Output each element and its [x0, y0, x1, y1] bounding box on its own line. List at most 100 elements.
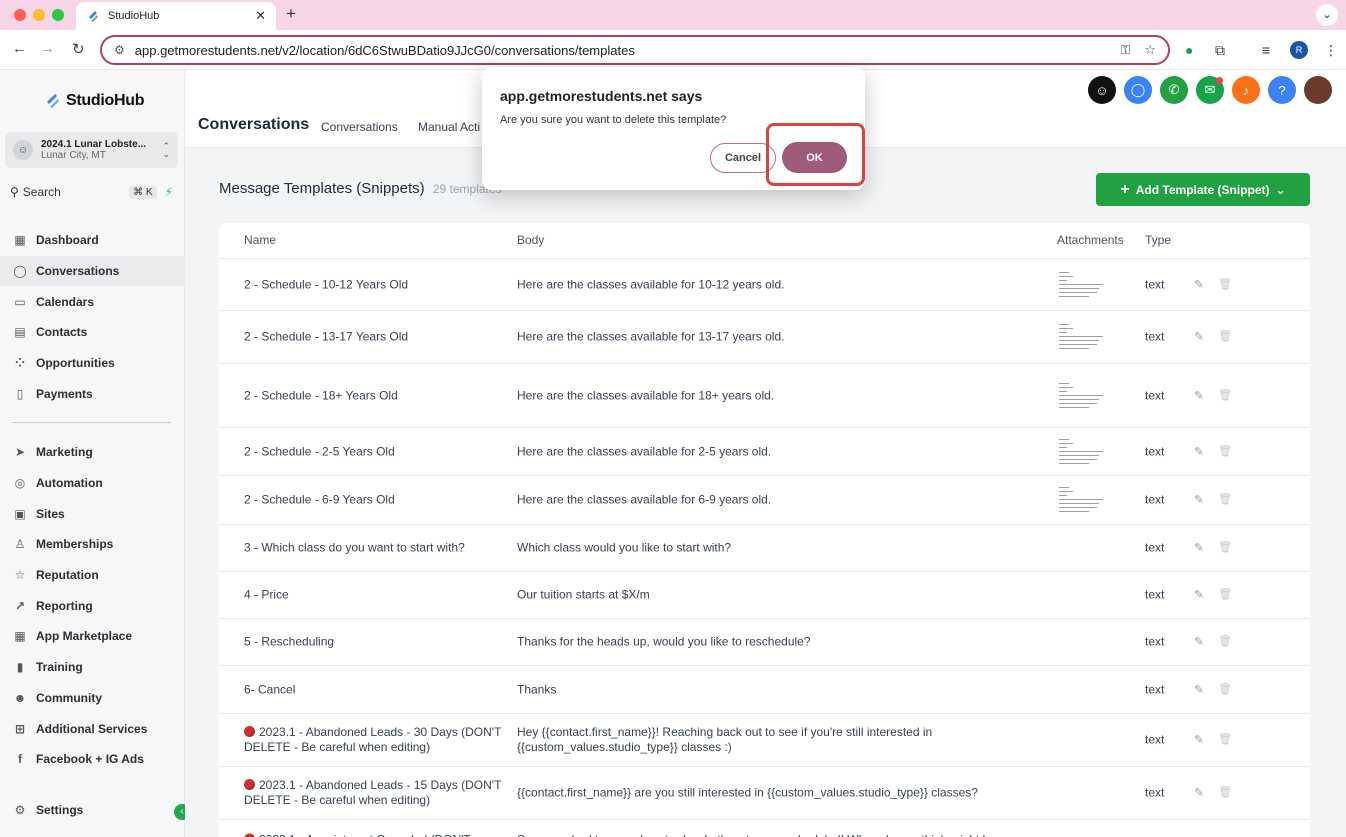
address-bar[interactable]: ⚙ app.getmorestudents.net/v2/location/6d… [100, 35, 1170, 65]
reload-icon[interactable]: ↻ [72, 40, 85, 58]
forward-icon[interactable]: → [40, 40, 55, 57]
trash-icon[interactable]: 🗑 [1218, 682, 1232, 697]
phone-icon[interactable]: ✆ [1160, 76, 1188, 104]
bell-icon[interactable]: ♪ [1232, 76, 1260, 104]
attachment-thumbnail[interactable] [1057, 437, 1103, 467]
password-key-icon[interactable]: ⚿ [1120, 42, 1130, 58]
template-name: 2023.1 - Appointment Canceled (DON'T [244, 832, 504, 837]
edit-icon[interactable]: ✎ [1194, 277, 1204, 292]
trash-icon[interactable]: 🗑 [1218, 493, 1232, 508]
trash-icon[interactable]: 🗑 [1218, 635, 1232, 650]
table-row[interactable]: 4 - Price Our tuition starts at $X/m text ✎… [219, 571, 1310, 618]
sidebar-item-automation[interactable]: ◎ Automation [0, 468, 185, 499]
back-icon[interactable]: ← [12, 40, 27, 57]
trash-icon[interactable]: 🗑 [1218, 541, 1232, 556]
edit-icon[interactable]: ✎ [1194, 786, 1204, 801]
edit-icon[interactable]: ✎ [1194, 493, 1204, 508]
cart-icon: ⊞ [14, 721, 26, 736]
attachment-thumbnail[interactable] [1057, 485, 1103, 515]
minimize-window-button[interactable] [33, 9, 45, 21]
sidebar-search[interactable]: ⚲ Search ⌘ K ⚡ [5, 180, 178, 204]
profile-avatar[interactable]: R [1290, 41, 1308, 59]
table-row[interactable]: 2 - Schedule - 2-5 Years Old Here are the… [219, 427, 1310, 475]
sidebar-item-community[interactable]: ☻ Community [0, 683, 185, 714]
edit-icon[interactable]: ✎ [1194, 388, 1204, 403]
table-row[interactable]: 2023.1 - Abandoned Leads - 30 Days (DON'… [219, 713, 1310, 766]
tab-conversations[interactable]: Conversations [321, 120, 398, 134]
sidebar-item-opportunities[interactable]: ⁘ Opportunities [0, 348, 185, 379]
edit-icon[interactable]: ✎ [1194, 330, 1204, 345]
template-body: Our tuition starts at $X/m [517, 587, 650, 602]
column-header-attachments[interactable]: Attachments [1057, 223, 1124, 258]
column-header-type[interactable]: Type [1145, 223, 1171, 258]
maximize-window-button[interactable] [52, 9, 64, 21]
trash-icon[interactable]: 🗑 [1218, 330, 1232, 345]
sidebar-item-training[interactable]: ▮ Training [0, 652, 185, 683]
tab-search-button[interactable]: ⌄ [1316, 4, 1338, 26]
brand-logo[interactable]: StudioHub [44, 92, 144, 110]
table-row[interactable]: 6- Cancel Thanks text ✎ 🗑 [219, 665, 1310, 713]
help-icon[interactable]: ? [1268, 76, 1296, 104]
template-body: {{contact.first_name}} are you still int… [517, 785, 978, 800]
grammarly-icon[interactable]: ● [1185, 42, 1193, 58]
add-template-button[interactable]: + Add Template (Snippet) ⌄ [1096, 173, 1310, 206]
sidebar-item-memberships[interactable]: ♙ Memberships [0, 529, 185, 560]
sidebar-item-reputation[interactable]: ☆ Reputation [0, 560, 185, 591]
megaphone-icon[interactable]: ✉ [1196, 76, 1224, 104]
trash-icon[interactable]: 🗑 [1218, 277, 1232, 292]
sidebar-item-payments[interactable]: ▯ Payments [0, 378, 185, 409]
user-avatar[interactable] [1304, 76, 1332, 104]
template-name-text: 2 - Schedule - 13-17 Years Old [244, 329, 409, 344]
trash-icon[interactable]: 🗑 [1218, 588, 1232, 603]
location-switcher[interactable]: ☺ 2024.1 Lunar Lobste... Lunar City, MT … [5, 132, 178, 168]
table-row[interactable]: 2 - Schedule - 13-17 Years Old Here are t… [219, 310, 1310, 363]
bot-icon[interactable]: ☺ [1088, 76, 1116, 104]
edit-icon[interactable]: ✎ [1194, 682, 1204, 697]
column-header-name[interactable]: Name [244, 223, 276, 258]
trash-icon[interactable]: 🗑 [1218, 786, 1232, 801]
sidebar-item-app-marketplace[interactable]: ▦ App Marketplace [0, 621, 185, 652]
attachment-thumbnail[interactable] [1057, 381, 1103, 411]
browser-tab[interactable]: StudioHub ✕ [76, 2, 276, 30]
sidebar-item-marketing[interactable]: ➤ Marketing [0, 437, 185, 468]
table-row[interactable]: 3 - Which class do you want to start wit… [219, 524, 1310, 571]
site-info-icon[interactable]: ⚙ [114, 43, 125, 57]
edit-icon[interactable]: ✎ [1194, 635, 1204, 650]
table-row[interactable]: 5 - Rescheduling Thanks for the heads up,… [219, 618, 1310, 665]
edit-icon[interactable]: ✎ [1194, 444, 1204, 459]
sidebar-item-sites[interactable]: ▣ Sites [0, 498, 185, 529]
extensions-icon[interactable]: ⧉ [1215, 42, 1225, 59]
edit-icon[interactable]: ✎ [1194, 541, 1204, 556]
sidebar-item-conversations[interactable]: ◯ Conversations [0, 255, 185, 287]
attachment-thumbnail[interactable] [1057, 322, 1103, 352]
trash-icon[interactable]: 🗑 [1218, 388, 1232, 403]
sidebar-item-settings[interactable]: ⚙ Settings [0, 795, 185, 826]
table-row[interactable]: 2 - Schedule - 6-9 Years Old Here are the… [219, 475, 1310, 524]
sidebar-item-dashboard[interactable]: ▦ Dashboard [0, 225, 185, 256]
tab-manual-actions[interactable]: Manual Acti [418, 120, 480, 134]
new-tab-button[interactable]: + [286, 4, 296, 24]
sidebar-item-calendars[interactable]: ▭ Calendars [0, 286, 185, 317]
chat-bubble-icon[interactable]: ◯ [1124, 76, 1152, 104]
table-row[interactable]: 2 - Schedule - 18+ Years Old Here are the… [219, 363, 1310, 427]
column-header-body[interactable]: Body [517, 223, 544, 258]
close-window-button[interactable] [14, 9, 26, 21]
template-body: Here are the classes available for 2-5 y… [517, 444, 772, 458]
sidebar-item-reporting[interactable]: ↗ Reporting [0, 590, 185, 621]
media-icon[interactable]: ≡ [1262, 42, 1270, 58]
sidebar-item-facebook-ig-ads[interactable]: f Facebook + IG Ads [0, 744, 185, 775]
table-row[interactable]: 2023.1 - Appointment Canceled (DON'T Sorr… [219, 819, 1310, 837]
bookmark-star-icon[interactable]: ☆ [1144, 42, 1156, 58]
edit-icon[interactable]: ✎ [1194, 588, 1204, 603]
trash-icon[interactable]: 🗑 [1218, 733, 1232, 748]
trash-icon[interactable]: 🗑 [1218, 444, 1232, 459]
table-row[interactable]: 2 - Schedule - 10-12 Years Old Here are t… [219, 258, 1310, 310]
attachment-thumbnail[interactable] [1057, 270, 1103, 300]
sidebar-item-additional-services[interactable]: ⊞ Additional Services [0, 713, 185, 744]
close-tab-icon[interactable]: ✕ [255, 8, 266, 24]
edit-icon[interactable]: ✎ [1194, 733, 1204, 748]
browser-menu-icon[interactable]: ⋮ [1324, 42, 1338, 59]
quick-action-bolt-icon[interactable]: ⚡ [165, 185, 173, 199]
table-row[interactable]: 2023.1 - Abandoned Leads - 15 Days (DON'… [219, 766, 1310, 819]
sidebar-item-contacts[interactable]: ▤ Contacts [0, 317, 185, 348]
